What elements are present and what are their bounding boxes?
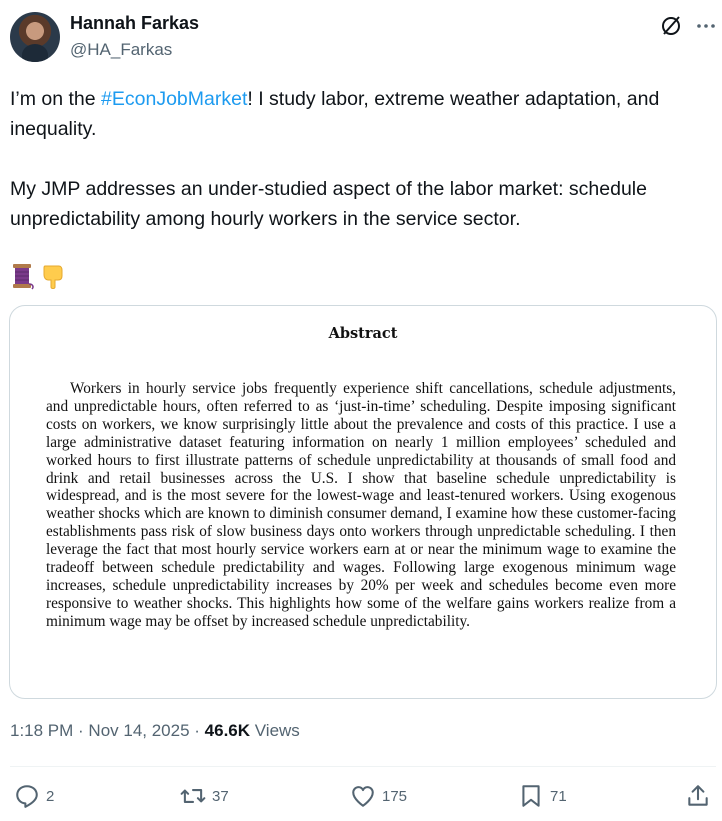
abstract-body: Workers in hourly service jobs frequentl… xyxy=(46,380,676,630)
share-icon xyxy=(688,785,708,806)
attached-image-abstract[interactable]: Abstract Workers in hourly service jobs … xyxy=(9,305,717,699)
reply-count: 2 xyxy=(46,787,55,805)
tweet-date[interactable]: Nov 14, 2025 xyxy=(88,721,189,740)
pointing-down-emoji xyxy=(43,265,63,289)
bookmark-icon xyxy=(522,785,540,807)
thread-spool-emoji xyxy=(13,264,34,290)
divider xyxy=(10,766,716,767)
share-button[interactable] xyxy=(685,783,711,809)
author-handle[interactable]: @HA_Farkas xyxy=(70,40,172,60)
avatar[interactable] xyxy=(10,12,60,62)
more-options-icon[interactable] xyxy=(694,14,718,38)
reply-icon xyxy=(16,785,38,808)
like-count: 175 xyxy=(382,787,408,805)
repost-icon xyxy=(180,789,206,803)
bookmark-count: 71 xyxy=(550,787,567,805)
tweet-time[interactable]: 1:18 PM xyxy=(10,721,73,740)
meta-separator: · xyxy=(73,721,89,740)
grok-icon[interactable] xyxy=(659,14,683,38)
hashtag-link[interactable]: #EconJobMarket xyxy=(101,88,247,110)
author-display-name[interactable]: Hannah Farkas xyxy=(70,13,199,34)
like-button[interactable]: 175 xyxy=(350,783,407,809)
meta-separator: · xyxy=(189,721,205,740)
reply-button[interactable]: 2 xyxy=(14,783,54,809)
emoji-row xyxy=(10,262,66,292)
tweet-text: I’m on the #EconJobMarket! I study labor… xyxy=(10,84,715,234)
bookmark-button[interactable]: 71 xyxy=(518,783,567,809)
heart-icon xyxy=(352,786,374,807)
tweet-meta: 1:18 PM · Nov 14, 2025 · 46.6K Views xyxy=(10,721,300,741)
tweet-paragraph-2: My JMP addresses an under-studied aspect… xyxy=(10,178,653,230)
tweet-text-part: I’m on the xyxy=(10,88,102,110)
views-count: 46.6K xyxy=(204,721,251,740)
repost-count: 37 xyxy=(212,787,229,805)
repost-button[interactable]: 37 xyxy=(180,783,229,809)
views-label: Views xyxy=(250,721,300,740)
abstract-title: Abstract xyxy=(328,325,398,342)
